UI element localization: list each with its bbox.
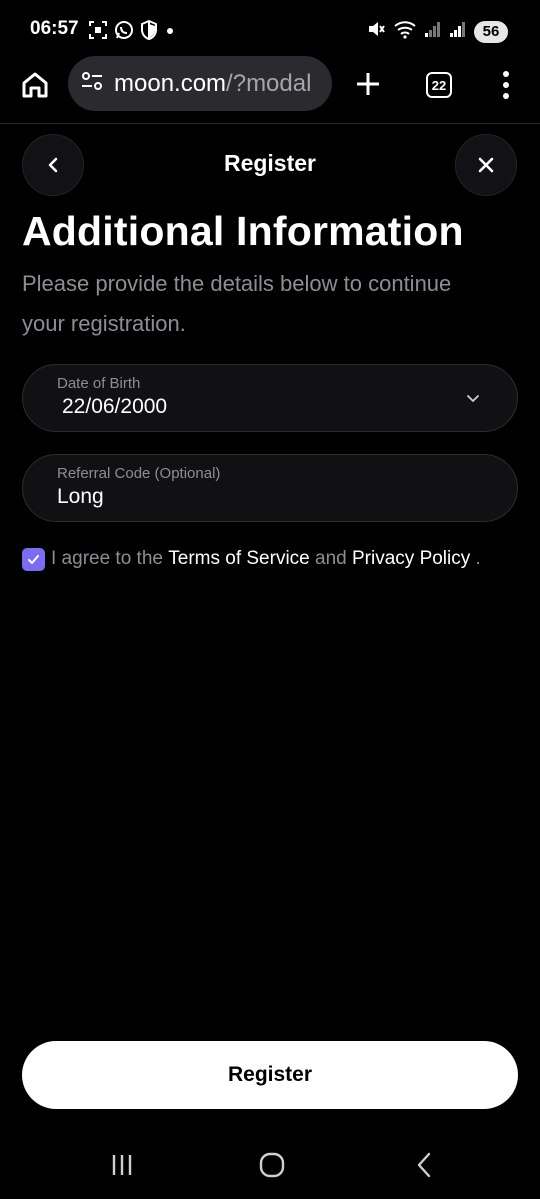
home-icon — [22, 72, 48, 98]
mute-icon — [366, 19, 386, 44]
site-settings-icon[interactable] — [80, 69, 104, 98]
new-tab-button[interactable] — [350, 66, 386, 102]
status-time: 06:57 — [30, 18, 79, 39]
register-button[interactable]: Register — [22, 1041, 518, 1109]
date-of-birth-field[interactable]: Date of Birth 22/06/2000 — [22, 364, 518, 432]
system-nav-bar — [0, 1136, 540, 1199]
home-circle-icon — [259, 1152, 285, 1178]
back-arrow-icon — [417, 1152, 431, 1178]
address-bar[interactable]: moon.com/?modal — [68, 56, 332, 111]
browser-toolbar: moon.com/?modal 22 — [0, 56, 540, 124]
signal-icon — [424, 20, 442, 43]
system-home-button[interactable] — [252, 1150, 292, 1180]
recent-apps-button[interactable] — [102, 1150, 142, 1180]
close-icon — [478, 157, 494, 173]
chevron-left-icon — [48, 157, 58, 173]
status-bar: 06:57 56 — [0, 0, 540, 58]
tab-switcher-button[interactable]: 22 — [426, 72, 452, 98]
dot-icon — [164, 24, 176, 42]
privacy-policy-link[interactable]: Privacy Policy — [352, 548, 470, 570]
referral-code-value: Long — [57, 485, 104, 508]
back-button[interactable] — [22, 134, 84, 196]
date-of-birth-label: Date of Birth — [57, 375, 141, 392]
recent-apps-icon — [112, 1155, 132, 1175]
agree-prefix-text: I agree to the — [51, 548, 163, 569]
wifi-icon — [393, 19, 417, 44]
plus-icon — [357, 73, 379, 95]
checkmark-icon — [28, 554, 39, 564]
referral-code-field[interactable]: Referral Code (Optional) Long — [22, 454, 518, 522]
system-back-button[interactable] — [404, 1150, 444, 1180]
battery-indicator: 56 — [474, 20, 508, 43]
and-text: and — [315, 548, 347, 569]
more-vertical-icon — [503, 71, 509, 77]
agree-checkbox[interactable] — [22, 547, 45, 571]
referral-code-label: Referral Code (Optional) — [57, 465, 221, 482]
page-subtitle: Please provide the details below to cont… — [22, 271, 452, 336]
terms-agreement: I agree to the Terms of Service and Priv… — [22, 546, 481, 572]
period-text: . — [475, 548, 481, 569]
chevron-down-icon — [467, 395, 479, 402]
page-title: Additional Information — [22, 208, 464, 254]
close-button[interactable] — [455, 134, 517, 196]
url-text: moon.com/?modal — [114, 70, 311, 98]
screenshot-icon — [88, 20, 108, 45]
modal-title: Register — [223, 150, 317, 176]
url-path: /?modal — [226, 69, 312, 97]
screen: 06:57 56 moon.com/?modal 22 Register Add… — [0, 0, 540, 1199]
shield-icon — [140, 19, 158, 45]
date-of-birth-value: 22/06/2000 — [62, 395, 168, 418]
status-right-icons: 56 — [366, 19, 508, 44]
browser-menu-button[interactable] — [494, 68, 518, 102]
terms-of-service-link[interactable]: Terms of Service — [168, 548, 309, 570]
url-host: moon.com — [114, 69, 227, 97]
signal-icon — [449, 20, 467, 43]
whatsapp-icon — [114, 20, 134, 45]
home-button[interactable] — [18, 68, 52, 102]
status-left-icons — [88, 19, 176, 45]
